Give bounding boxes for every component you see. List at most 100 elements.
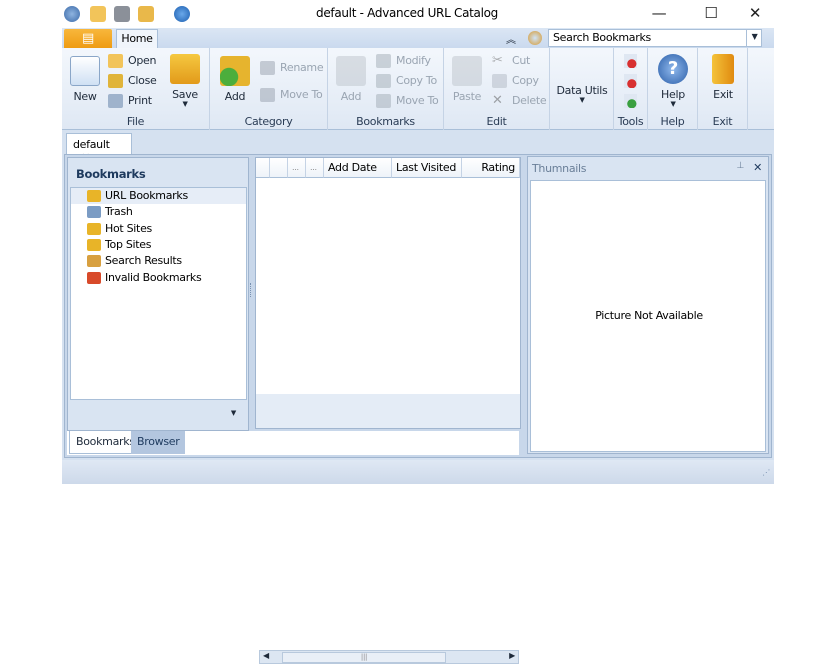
delete-icon: ✕ bbox=[492, 93, 503, 108]
column-header[interactable]: Last Visited bbox=[392, 158, 462, 178]
scrollbar-thumb[interactable]: ||| bbox=[282, 652, 446, 663]
copy-button[interactable]: Copy bbox=[492, 72, 539, 90]
tool-2-icon[interactable] bbox=[624, 74, 637, 88]
copy-label: Copy bbox=[512, 74, 539, 87]
exit-door-icon bbox=[712, 54, 734, 84]
minimize-button[interactable]: — bbox=[644, 4, 674, 24]
paste-button[interactable]: Paste bbox=[450, 56, 484, 103]
group-bookmarks: Add Modify Copy To Move To Bookmarks bbox=[328, 48, 444, 130]
delete-button[interactable]: ✕ Delete bbox=[492, 92, 547, 110]
copy-to-button[interactable]: Copy To bbox=[376, 72, 437, 90]
app-window: default - Advanced URL Catalog — ☐ ✕ ▤ H… bbox=[62, 0, 774, 664]
tab-browser[interactable]: Browser bbox=[131, 431, 186, 454]
column-header[interactable] bbox=[256, 158, 270, 178]
scroll-left-icon[interactable]: ◀ bbox=[263, 651, 269, 660]
save-icon bbox=[170, 54, 200, 84]
pin-icon[interactable]: ⊥ bbox=[736, 161, 744, 171]
group-edit: Paste ✂ Cut Copy ✕ Delete Edit bbox=[444, 48, 550, 130]
search-dropdown-button[interactable]: ▼ bbox=[746, 29, 762, 47]
search-bookmarks-input[interactable]: Search Bookmarks bbox=[548, 29, 762, 47]
bookmark-move-to-label: Move To bbox=[396, 94, 439, 107]
rename-category-button[interactable]: Rename bbox=[260, 59, 324, 77]
collapse-ribbon-icon[interactable]: ︽ bbox=[506, 31, 516, 46]
document-tab-default[interactable]: default ✕ bbox=[66, 133, 132, 164]
document-tab-label: default bbox=[73, 138, 110, 151]
open-folder-icon[interactable] bbox=[90, 6, 106, 22]
thumbnails-header: Thumnails ⊥ ✕ bbox=[528, 157, 768, 179]
add-category-label: Add bbox=[224, 90, 246, 103]
splitter-handle[interactable] bbox=[250, 283, 253, 297]
tree-item[interactable]: URL Bookmarks bbox=[71, 188, 246, 204]
close-panel-icon[interactable]: ✕ bbox=[753, 161, 762, 174]
new-button[interactable]: New bbox=[70, 56, 100, 103]
scroll-right-icon[interactable]: ▶ bbox=[509, 651, 515, 660]
copy-icon bbox=[492, 74, 507, 88]
status-bar: ⋰ bbox=[62, 460, 774, 484]
print-button[interactable]: Print bbox=[108, 92, 152, 110]
copy-to-icon bbox=[376, 74, 391, 88]
add-category-button[interactable]: Add bbox=[218, 56, 252, 103]
close-button[interactable]: ✕ bbox=[740, 4, 770, 24]
tree-item[interactable]: Search Results bbox=[71, 253, 246, 269]
panel-dropdown[interactable]: ▼ bbox=[68, 401, 248, 431]
file-group-label: File bbox=[126, 115, 145, 128]
move-category-button[interactable]: Move To bbox=[260, 86, 323, 104]
bookmarks-tree: URL Bookmarks Trash Hot Sites Top Sites Sear… bbox=[70, 187, 247, 400]
rename-icon bbox=[260, 61, 275, 75]
column-header[interactable]: Add Date bbox=[324, 158, 392, 178]
add-bookmark-label: Add bbox=[340, 90, 362, 103]
close-label: Close bbox=[128, 74, 157, 87]
rename-label: Rename bbox=[280, 61, 324, 74]
column-header[interactable] bbox=[270, 158, 288, 178]
group-file: New Open Close Print Save ▼ File bbox=[62, 48, 210, 130]
tab-home[interactable]: Home bbox=[116, 29, 158, 50]
add-bookmark-button[interactable]: Add bbox=[336, 56, 366, 103]
maximize-button[interactable]: ☐ bbox=[696, 4, 726, 24]
group-help: ? Help ▼ Help bbox=[648, 48, 698, 130]
add-bookmark-icon bbox=[336, 56, 366, 86]
move-to-button[interactable]: Move To bbox=[376, 92, 439, 110]
tree-item-label: Invalid Bookmarks bbox=[105, 270, 202, 284]
tree-item-label: URL Bookmarks bbox=[105, 189, 188, 202]
tool-3-icon[interactable] bbox=[624, 94, 637, 108]
tree-item[interactable]: Trash bbox=[71, 204, 246, 220]
modify-button[interactable]: Modify bbox=[376, 52, 431, 70]
save-button[interactable]: Save ▼ bbox=[168, 54, 202, 108]
save-disk-icon[interactable] bbox=[114, 6, 130, 22]
print-label: Print bbox=[128, 94, 152, 107]
tree-item-label: Search Results bbox=[105, 254, 182, 268]
browser-menu-icon[interactable] bbox=[174, 6, 190, 22]
tree-item-label: Trash bbox=[105, 205, 133, 219]
bookmarks-grid: ...... Add Date Last Visited Rating ◀ ||| ▶ bbox=[255, 157, 521, 664]
bookmarks-panel-title: Bookmarks bbox=[76, 167, 146, 181]
application-menu-button[interactable]: ▤ bbox=[64, 29, 112, 49]
data-utils-button[interactable]: Data Utils ▼ bbox=[554, 84, 610, 104]
column-header[interactable]: ... bbox=[288, 158, 306, 178]
open-label: Open bbox=[128, 54, 157, 67]
invalid-folder-icon bbox=[87, 271, 101, 284]
horizontal-scrollbar[interactable]: ◀ ||| ▶ bbox=[259, 650, 519, 664]
bookmarks-panel: Bookmarks URL Bookmarks Trash Hot Sites Top… bbox=[67, 157, 249, 431]
add-folder-icon bbox=[220, 56, 250, 86]
tools-group-label: Tools bbox=[617, 115, 644, 128]
modify-label: Modify bbox=[396, 54, 431, 67]
help-button[interactable]: ? Help ▼ bbox=[654, 54, 692, 108]
chevron-down-icon[interactable]: ▼ bbox=[231, 409, 236, 417]
resize-grip-icon[interactable]: ⋰ bbox=[762, 468, 770, 477]
scissors-icon: ✂ bbox=[492, 53, 503, 68]
tool-1-icon[interactable] bbox=[624, 54, 637, 68]
cut-button[interactable]: ✂ Cut bbox=[492, 52, 530, 70]
close-file-button[interactable]: Close bbox=[108, 72, 157, 90]
tree-item[interactable]: Invalid Bookmarks bbox=[71, 270, 246, 286]
cut-label: Cut bbox=[512, 54, 531, 67]
copy-to-label: Copy To bbox=[396, 74, 437, 87]
app-globe-icon[interactable] bbox=[64, 6, 80, 22]
exit-button[interactable]: Exit bbox=[704, 54, 742, 101]
tree-item-label: Top Sites bbox=[105, 237, 152, 251]
tree-item[interactable]: Hot Sites bbox=[71, 221, 246, 237]
column-header[interactable]: ... bbox=[306, 158, 324, 178]
column-header[interactable]: Rating bbox=[462, 158, 520, 178]
open-button[interactable]: Open bbox=[108, 52, 156, 70]
tree-item[interactable]: Top Sites bbox=[71, 237, 246, 253]
bookmark-menu-icon[interactable] bbox=[138, 6, 154, 22]
